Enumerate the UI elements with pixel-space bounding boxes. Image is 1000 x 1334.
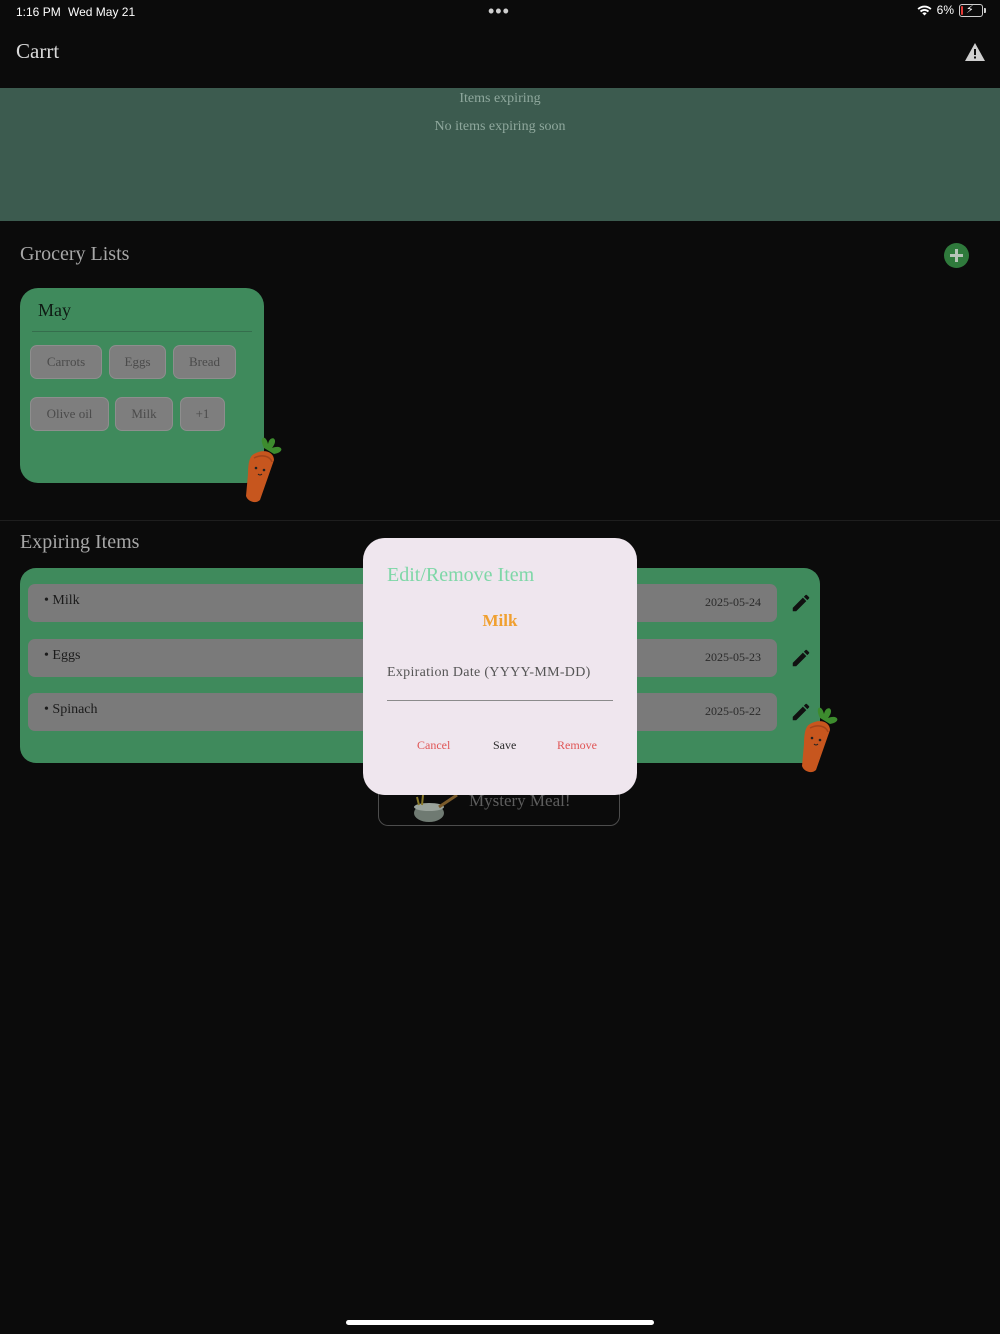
pencil-edit-icon[interactable] [790, 592, 812, 614]
list-item-more-chip[interactable]: +1 [180, 397, 225, 431]
remove-button[interactable]: Remove [557, 738, 597, 753]
pencil-edit-icon[interactable] [790, 647, 812, 669]
expiring-item-name: • Eggs [44, 648, 81, 663]
edit-remove-item-dialog: Edit/Remove Item Milk Expiration Date (Y… [363, 538, 637, 795]
battery-percent: 6% [936, 3, 954, 17]
battery-icon: ⚡ [959, 3, 983, 17]
grocery-lists-title: Grocery Lists [20, 243, 130, 265]
expiring-item-name: • Spinach [44, 702, 98, 717]
app-header: Carrt [0, 26, 1000, 88]
warning-triangle-icon[interactable] [964, 42, 986, 62]
expiring-banner: Items expiring No items expiring soon [0, 88, 1000, 221]
home-indicator[interactable] [346, 1320, 654, 1325]
grocery-list-card[interactable]: May Carrots Eggs Bread Olive oil Milk +1 [20, 288, 264, 483]
banner-subtitle: No items expiring soon [434, 119, 566, 134]
list-item-chip[interactable]: Eggs [109, 345, 166, 379]
status-time: 1:16 PM [16, 5, 61, 19]
dialog-title: Edit/Remove Item [387, 564, 535, 586]
expiring-item-name: • Milk [44, 593, 80, 608]
list-card-divider [32, 331, 252, 332]
status-bar: 1:16 PM Wed May 21 ••• 6% ⚡ [0, 0, 1000, 26]
add-list-button[interactable] [944, 243, 969, 268]
carrot-mascot-icon [246, 437, 282, 503]
status-indicators: 6% ⚡ [917, 3, 986, 17]
expiring-item-date: 2025-05-23 [705, 650, 761, 664]
expiring-item-date: 2025-05-22 [705, 704, 761, 718]
save-button[interactable]: Save [493, 738, 516, 753]
list-item-chip[interactable]: Milk [115, 397, 173, 431]
multitasking-dots-icon[interactable]: ••• [488, 1, 510, 22]
expiring-items-title: Expiring Items [20, 531, 140, 553]
list-card-title: May [38, 300, 71, 320]
carrot-mascot-icon [802, 707, 838, 773]
section-divider [0, 520, 1000, 521]
wifi-icon [917, 5, 932, 15]
expiring-item-date: 2025-05-24 [705, 595, 761, 609]
app-title: Carrt [16, 39, 60, 63]
banner-title: Items expiring [459, 91, 541, 106]
cancel-button[interactable]: Cancel [417, 738, 450, 753]
list-item-chip[interactable]: Carrots [30, 345, 102, 379]
expiration-date-placeholder: Expiration Date (YYYY-MM-DD) [387, 665, 591, 680]
status-date: Wed May 21 [68, 5, 136, 19]
dialog-item-name: Milk [482, 611, 518, 630]
list-item-chip[interactable]: Olive oil [30, 397, 109, 431]
list-item-chip[interactable]: Bread [173, 345, 236, 379]
expiration-date-input[interactable]: Expiration Date (YYYY-MM-DD) [387, 662, 613, 701]
